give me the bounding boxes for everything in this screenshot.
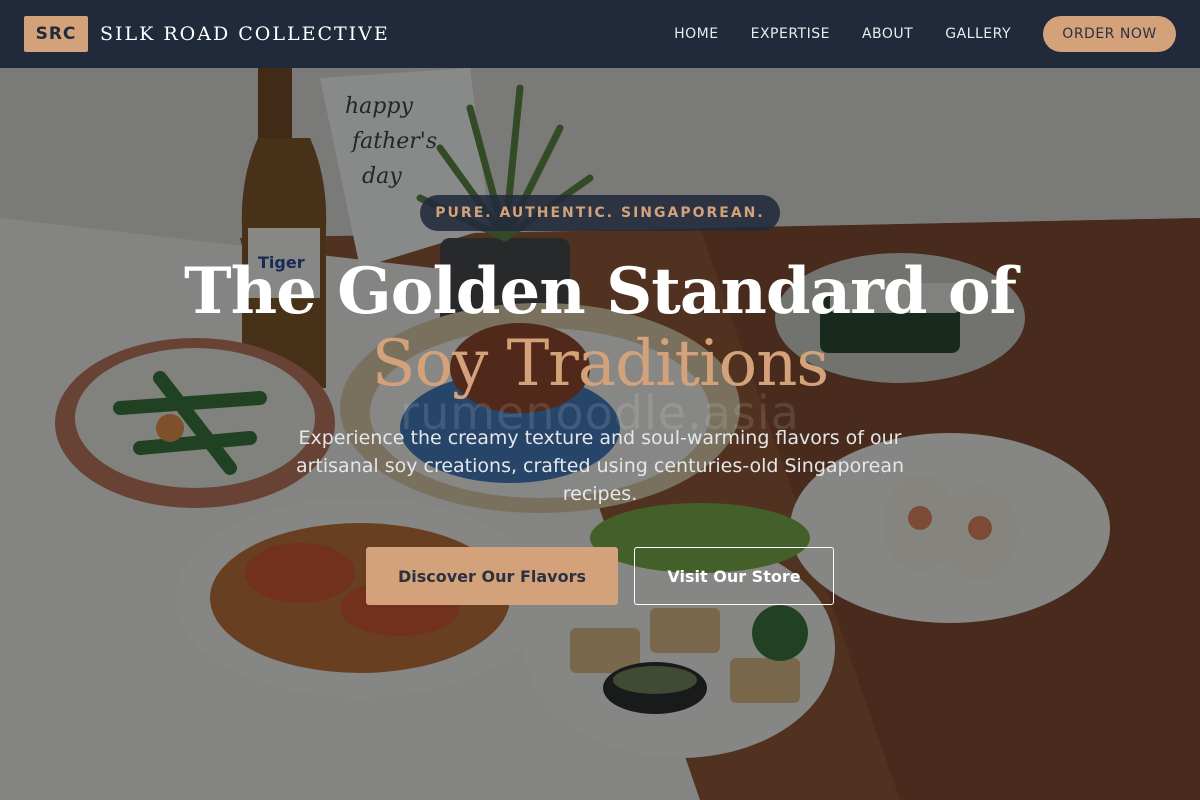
hero-subtitle: Experience the creamy texture and soul-w… (295, 427, 905, 505)
logo-badge[interactable]: SRC (24, 16, 88, 52)
nav-link-about[interactable]: ABOUT (862, 26, 913, 42)
nav-links: HOME EXPERTISE ABOUT GALLERY (674, 26, 1011, 42)
hero-tagline-pill: PURE. AUTHENTIC. SINGAPOREAN. (420, 195, 780, 231)
nav-link-gallery[interactable]: GALLERY (945, 26, 1011, 42)
hero-title-line1: The Golden Standard of (183, 254, 1017, 329)
top-navbar: SRC SILK ROAD COLLECTIVE HOME EXPERTISE … (0, 0, 1200, 68)
brand-name[interactable]: SILK ROAD COLLECTIVE (100, 23, 390, 45)
hero-section: PURE. AUTHENTIC. SINGAPOREAN. The Golden… (0, 68, 1200, 800)
nav-link-expertise[interactable]: EXPERTISE (751, 26, 830, 42)
discover-flavors-button[interactable]: Discover Our Flavors (366, 547, 618, 605)
order-now-button[interactable]: ORDER NOW (1043, 16, 1176, 52)
visit-store-button[interactable]: Visit Our Store (634, 547, 834, 605)
nav-link-home[interactable]: HOME (674, 26, 718, 42)
